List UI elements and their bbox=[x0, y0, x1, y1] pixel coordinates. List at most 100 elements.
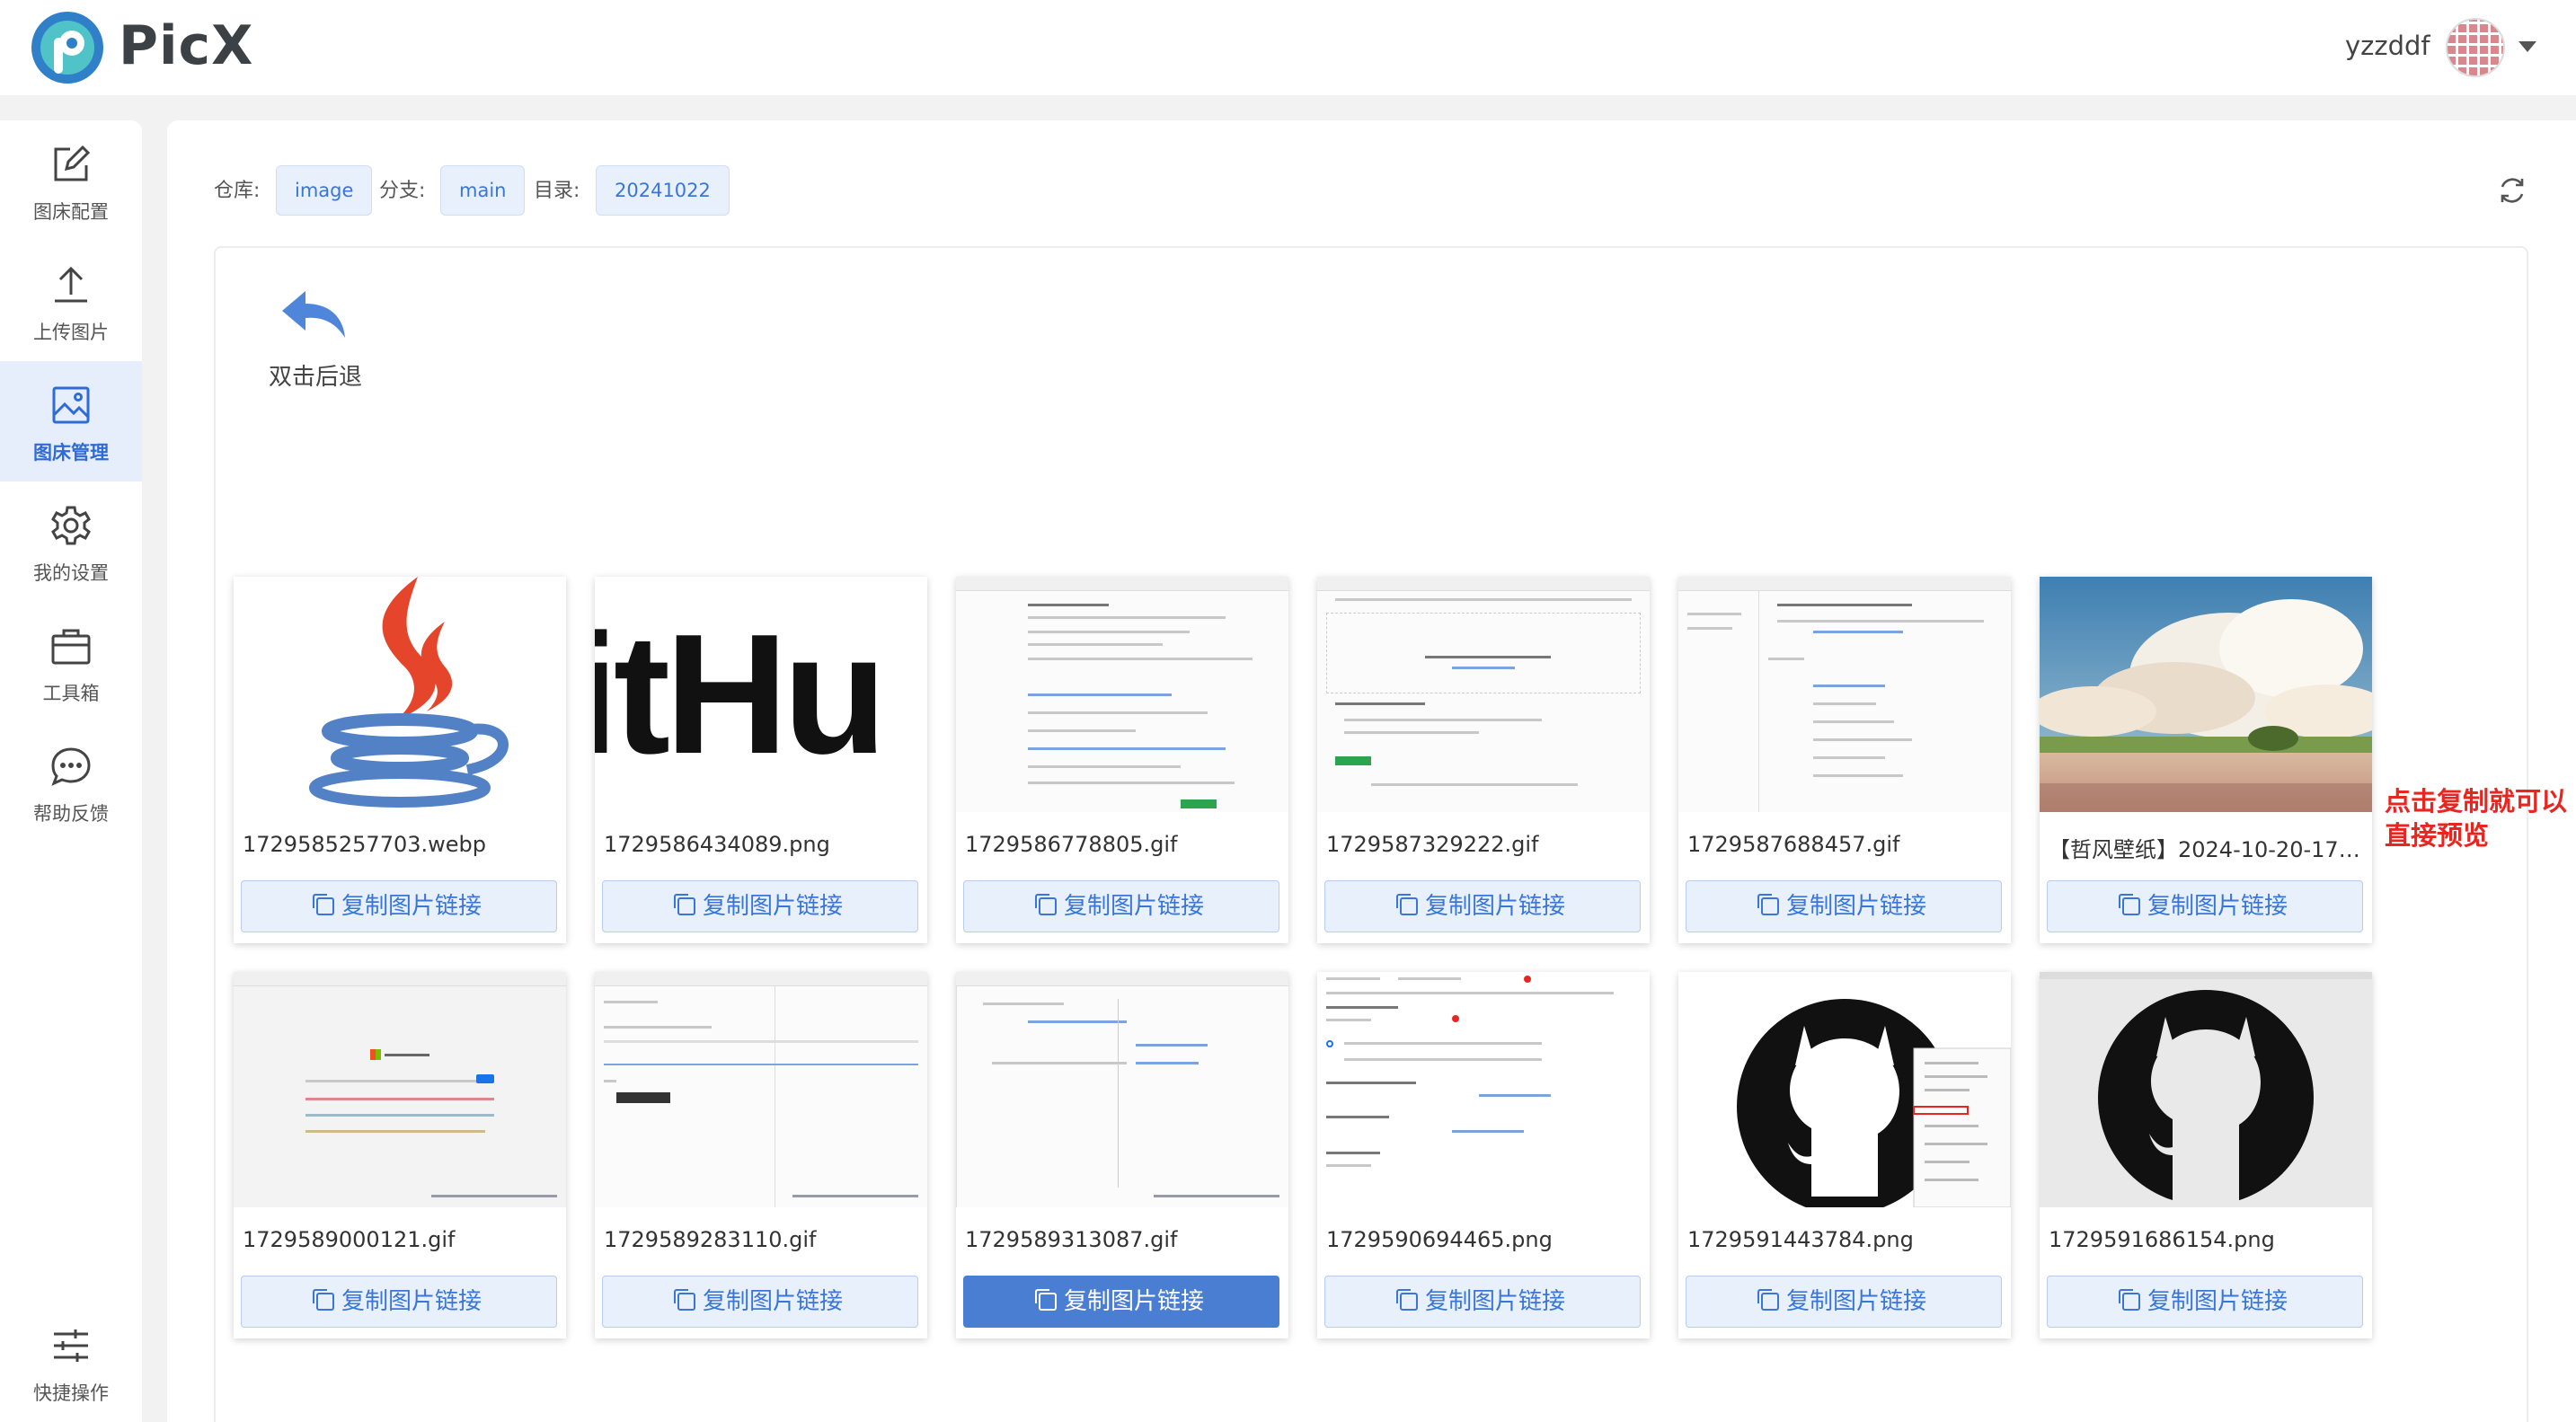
copy-link-button[interactable]: 复制图片链接 bbox=[1686, 880, 2002, 932]
copy-link-label: 复制图片链接 bbox=[702, 1288, 843, 1315]
copy-link-label: 复制图片链接 bbox=[2147, 1288, 2288, 1315]
image-thumbnail[interactable] bbox=[234, 577, 566, 812]
image-thumbnail[interactable] bbox=[1317, 577, 1650, 812]
copy-link-button[interactable]: 复制图片链接 bbox=[241, 880, 557, 932]
sidebar-item-upload[interactable]: 上传图片 bbox=[0, 241, 142, 361]
refresh-icon[interactable] bbox=[2496, 174, 2528, 207]
image-filename: 1729590694465.png bbox=[1326, 1227, 1553, 1252]
upload-icon bbox=[55, 266, 87, 303]
username[interactable]: yzzddf bbox=[2345, 31, 2430, 61]
sidebar-item-image-config[interactable]: 图床配置 bbox=[0, 120, 142, 241]
copy-icon bbox=[1034, 894, 1057, 915]
toolbox-icon bbox=[51, 629, 91, 665]
image-thumbnail[interactable] bbox=[1317, 972, 1650, 1207]
sidebar-item-help[interactable]: 帮助反馈 bbox=[0, 722, 142, 843]
image-filename: 1729589000121.gif bbox=[243, 1227, 456, 1252]
image-thumbnail[interactable] bbox=[2040, 577, 2372, 812]
copy-link-button[interactable]: 复制图片链接 bbox=[963, 1276, 1279, 1328]
image-thumbnail[interactable]: itHu bbox=[595, 577, 927, 812]
sidebar-item-quick-actions[interactable]: 快捷操作 bbox=[0, 1302, 142, 1422]
copy-icon bbox=[1757, 894, 1779, 915]
copy-link-button[interactable]: 复制图片链接 bbox=[602, 1276, 918, 1328]
copy-link-button[interactable]: 复制图片链接 bbox=[2047, 1276, 2363, 1328]
sidebar-item-image-manage[interactable]: 图床管理 bbox=[0, 361, 142, 481]
image-card[interactable]: 【哲风壁纸】2024-10-20-17_... 复制图片链接 bbox=[2040, 577, 2372, 943]
landscape-image bbox=[2040, 577, 2372, 812]
annotation-text: 点击复制就可以直接预览 bbox=[2385, 786, 2568, 851]
screenshot-preview bbox=[1678, 577, 2011, 812]
copy-link-label: 复制图片链接 bbox=[1063, 893, 1204, 920]
copy-link-button[interactable]: 复制图片链接 bbox=[963, 880, 1279, 932]
back-label[interactable]: 双击后退 bbox=[269, 358, 362, 392]
copy-icon bbox=[673, 1289, 695, 1311]
sliders-icon bbox=[54, 1329, 88, 1362]
repo-tag[interactable]: image bbox=[276, 165, 373, 216]
copy-link-button[interactable]: 复制图片链接 bbox=[241, 1276, 557, 1328]
dir-tag[interactable]: 20241022 bbox=[596, 165, 730, 216]
picx-logo-icon[interactable] bbox=[31, 11, 104, 84]
screenshot-preview bbox=[1317, 577, 1650, 812]
image-card[interactable]: 1729589000121.gif 复制图片链接 bbox=[234, 972, 566, 1338]
sidebar-item-label: 上传图片 bbox=[33, 322, 109, 343]
image-grid-container: 双击后退 1729585257703.webp 复制图片链接 itHu 1729 bbox=[214, 246, 2528, 1422]
image-card[interactable]: 1729591686154.png 复制图片链接 bbox=[2040, 972, 2372, 1338]
gear-icon bbox=[51, 506, 91, 545]
copy-link-button[interactable]: 复制图片链接 bbox=[1324, 1276, 1641, 1328]
copy-icon bbox=[673, 894, 695, 915]
copy-link-label: 复制图片链接 bbox=[1424, 1288, 1565, 1315]
copy-link-button[interactable]: 复制图片链接 bbox=[602, 880, 918, 932]
copy-link-label: 复制图片链接 bbox=[1785, 1288, 1926, 1315]
image-thumbnail[interactable] bbox=[956, 577, 1288, 812]
copy-link-button[interactable]: 复制图片链接 bbox=[2047, 880, 2363, 932]
image-card[interactable]: 1729591443784.png 复制图片链接 bbox=[1678, 972, 2011, 1338]
image-thumbnail[interactable] bbox=[1678, 577, 2011, 812]
screenshot-preview bbox=[234, 972, 566, 1207]
image-card[interactable]: 1729587688457.gif 复制图片链接 bbox=[1678, 577, 2011, 943]
image-thumbnail[interactable] bbox=[1678, 972, 2011, 1207]
screenshot-preview bbox=[1317, 972, 1650, 1207]
sidebar-item-label: 帮助反馈 bbox=[33, 803, 109, 825]
image-card[interactable]: 1729586778805.gif 复制图片链接 bbox=[956, 577, 1288, 943]
copy-link-button[interactable]: 复制图片链接 bbox=[1324, 880, 1641, 932]
image-filename: 1729586778805.gif bbox=[965, 832, 1178, 857]
image-filename: 1729586434089.png bbox=[604, 832, 830, 857]
sidebar: 图床配置 上传图片 图床管理 我的设置 工具箱 帮助反馈 快捷操作 bbox=[0, 120, 142, 1422]
image-card[interactable]: itHu 1729586434089.png 复制图片链接 bbox=[595, 577, 927, 943]
github-wordmark: itHu bbox=[595, 599, 887, 790]
sidebar-item-label: 快捷操作 bbox=[33, 1382, 109, 1404]
branch-tag[interactable]: main bbox=[440, 165, 526, 216]
copy-link-label: 复制图片链接 bbox=[2147, 893, 2288, 920]
image-card[interactable]: 1729585257703.webp 复制图片链接 bbox=[234, 577, 566, 943]
image-filename: 1729587688457.gif bbox=[1687, 832, 1900, 857]
copy-link-label: 复制图片链接 bbox=[341, 893, 482, 920]
screenshot-preview bbox=[595, 972, 927, 1207]
image-card[interactable]: 1729590694465.png 复制图片链接 bbox=[1317, 972, 1650, 1338]
screenshot-preview bbox=[956, 972, 1288, 1207]
copy-icon bbox=[1034, 1289, 1057, 1311]
image-card[interactable]: 1729587329222.gif 复制图片链接 bbox=[1317, 577, 1650, 943]
github-logo-icon bbox=[1737, 999, 2011, 1207]
back-arrow-icon[interactable] bbox=[279, 284, 349, 347]
branch-label: 分支: bbox=[379, 180, 426, 202]
copy-link-label: 复制图片链接 bbox=[1063, 1288, 1204, 1315]
image-thumbnail[interactable] bbox=[234, 972, 566, 1207]
copy-link-button[interactable]: 复制图片链接 bbox=[1686, 1276, 2002, 1328]
copy-icon bbox=[312, 1289, 334, 1311]
sidebar-item-toolbox[interactable]: 工具箱 bbox=[0, 602, 142, 722]
sidebar-item-settings[interactable]: 我的设置 bbox=[0, 481, 142, 602]
dir-label: 目录: bbox=[534, 180, 580, 202]
image-thumbnail[interactable] bbox=[2040, 972, 2372, 1207]
copy-icon bbox=[312, 894, 334, 915]
image-card[interactable]: 1729589313087.gif 复制图片链接 bbox=[956, 972, 1288, 1338]
avatar[interactable] bbox=[2446, 18, 2505, 77]
app-name[interactable]: PicX bbox=[119, 14, 253, 77]
image-card[interactable]: 1729589283110.gif 复制图片链接 bbox=[595, 972, 927, 1338]
image-thumbnail[interactable] bbox=[956, 972, 1288, 1207]
github-logo-icon bbox=[2040, 972, 2372, 1207]
copy-icon bbox=[2118, 1289, 2140, 1311]
image-filename: 【哲风壁纸】2024-10-20-17_... bbox=[2049, 837, 2363, 862]
chevron-down-icon[interactable] bbox=[2518, 41, 2536, 52]
image-thumbnail[interactable] bbox=[595, 972, 927, 1207]
repo-label: 仓库: bbox=[214, 180, 261, 202]
chat-icon bbox=[51, 747, 91, 786]
